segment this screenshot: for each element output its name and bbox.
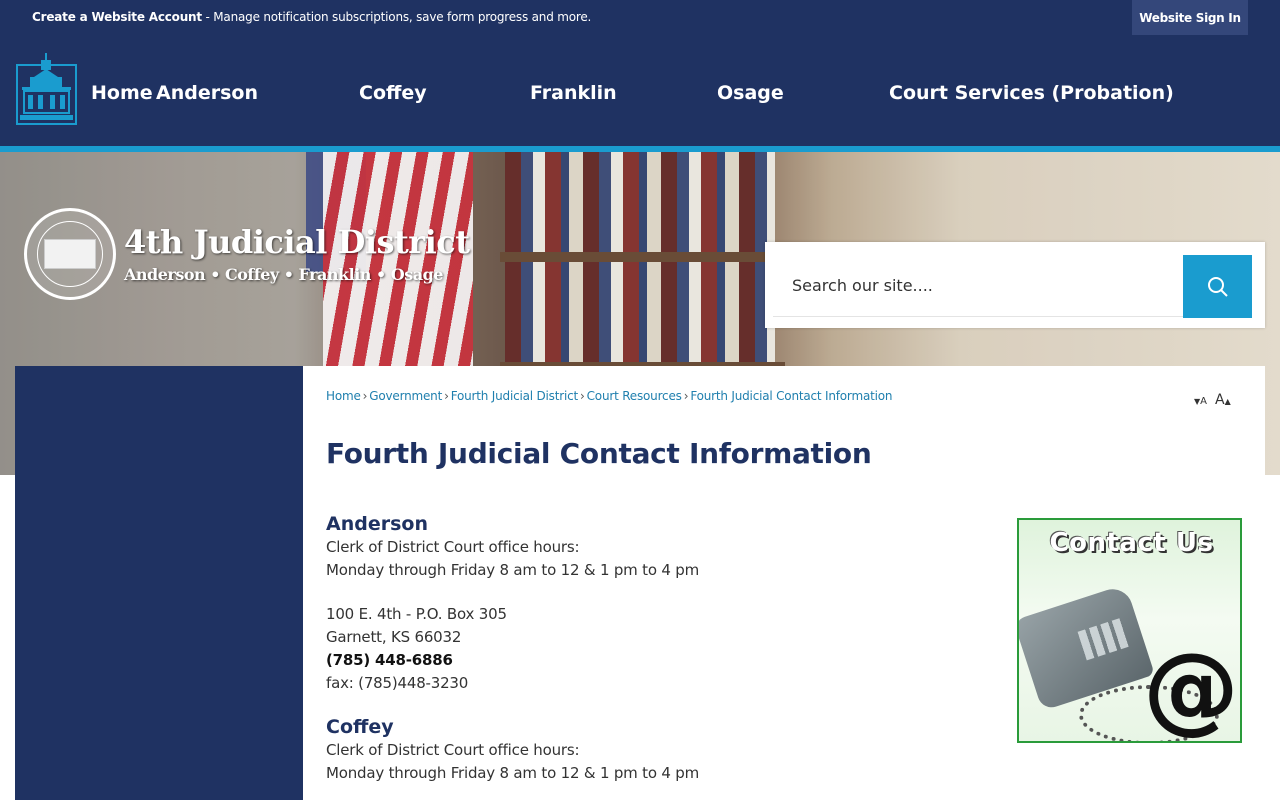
courthouse-logo-icon[interactable] [16, 53, 77, 125]
nav-item-osage[interactable]: Osage [717, 82, 784, 104]
breadcrumb-home[interactable]: Home [326, 389, 361, 403]
increase-font-button[interactable]: A▲ [1215, 389, 1231, 408]
breadcrumb-separator: › [683, 389, 689, 403]
nav-item-coffey[interactable]: Coffey [359, 82, 427, 104]
breadcrumb-fourth-judicial-district[interactable]: Fourth Judicial District [451, 389, 579, 403]
site-title[interactable]: 4th Judicial District [124, 223, 470, 261]
county-heading: Coffey [326, 716, 394, 738]
decrease-font-label: A [1200, 396, 1207, 407]
create-account-message[interactable]: Create a Website Account - Manage notifi… [32, 10, 591, 24]
kansas-map-icon [44, 239, 96, 269]
breadcrumb-separator: › [580, 389, 585, 403]
phone-number[interactable]: (785) 448-6886 [326, 649, 966, 672]
nav-item-anderson[interactable]: Anderson [156, 82, 258, 104]
office-hours-label: Clerk of District Court office hours: [326, 741, 580, 759]
breadcrumb-current-page[interactable]: Fourth Judicial Contact Information [690, 389, 892, 403]
create-account-link[interactable]: Create a Website Account [32, 10, 202, 24]
breadcrumb-separator: › [444, 389, 449, 403]
address-line-1: 100 E. 4th - P.O. Box 305 [326, 605, 507, 623]
font-size-controls: ▼A A▲ [1194, 389, 1231, 408]
increase-font-label: A [1215, 392, 1225, 408]
district-court-seal-icon[interactable] [24, 208, 116, 300]
page-title: Fourth Judicial Contact Information [326, 437, 872, 470]
left-sidebar [15, 366, 303, 800]
decrease-font-button[interactable]: ▼A [1194, 389, 1207, 408]
nav-item-home[interactable]: Home [91, 82, 153, 104]
office-hours-label: Clerk of District Court office hours: [326, 538, 580, 556]
breadcrumb-separator: › [362, 389, 368, 403]
nav-item-court-services[interactable]: Court Services (Probation) [889, 82, 1174, 104]
contact-us-caption: Contact Us [1049, 528, 1214, 558]
county-section-coffey: Coffey Clerk of District Court office ho… [326, 715, 966, 785]
breadcrumb-government[interactable]: Government [369, 389, 442, 403]
breadcrumb: Home › Government › Fourth Judicial District… [326, 389, 892, 403]
fax-number: fax: (785)448-3230 [326, 674, 469, 692]
county-section-anderson: Anderson Clerk of District Court office … [326, 512, 966, 695]
nav-item-franklin[interactable]: Franklin [530, 82, 617, 104]
at-symbol-icon: @ [1143, 632, 1239, 743]
contact-us-image: Contact Us @ [1017, 518, 1242, 743]
address-line-2: Garnett, KS 66032 [326, 628, 462, 646]
site-search [765, 242, 1265, 328]
breadcrumb-court-resources[interactable]: Court Resources [587, 389, 682, 403]
search-button[interactable] [1183, 255, 1252, 318]
county-heading: Anderson [326, 513, 428, 535]
caret-up-icon: ▲ [1224, 397, 1231, 406]
top-account-bar: Create a Website Account - Manage notifi… [0, 0, 1280, 35]
office-hours: Monday through Friday 8 am to 12 & 1 pm … [326, 561, 700, 579]
office-hours: Monday through Friday 8 am to 12 & 1 pm … [326, 764, 700, 782]
create-account-description: - Manage notification subscriptions, sav… [201, 10, 592, 24]
website-sign-in-button[interactable]: Website Sign In [1132, 0, 1248, 35]
site-subtitle: Anderson • Coffey • Franklin • Osage [124, 265, 443, 284]
search-input[interactable] [773, 255, 1183, 317]
search-icon [1207, 276, 1228, 297]
